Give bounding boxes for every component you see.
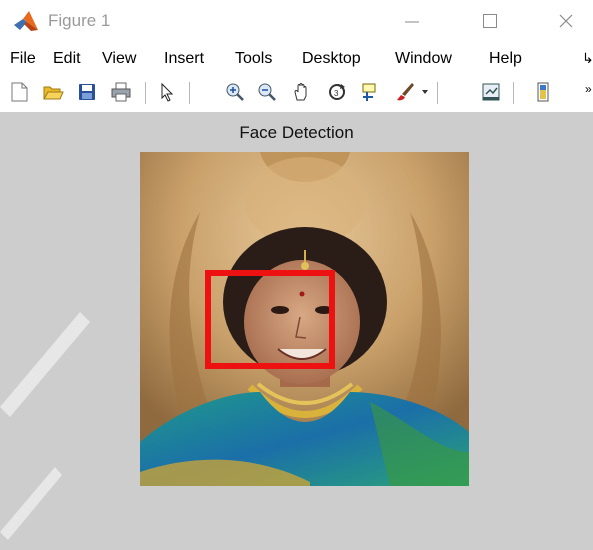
- rotate-3d-icon[interactable]: 3: [324, 79, 350, 105]
- zoom-out-icon[interactable]: [254, 79, 280, 105]
- menu-edit[interactable]: Edit: [53, 50, 81, 68]
- decorative-bands: [0, 312, 90, 540]
- axes-title: Face Detection: [239, 123, 354, 142]
- toolbar-overflow-icon[interactable]: »: [585, 82, 592, 96]
- menu-tools[interactable]: Tools: [235, 50, 272, 68]
- matlab-logo-icon: [14, 10, 38, 32]
- save-icon[interactable]: [74, 79, 100, 105]
- figure-window: Figure 1 File Edit View Insert Tools Des…: [0, 0, 593, 550]
- data-cursor-icon[interactable]: [357, 79, 383, 105]
- new-figure-icon[interactable]: [6, 79, 32, 105]
- menu-view[interactable]: View: [102, 50, 136, 68]
- print-icon[interactable]: [108, 79, 134, 105]
- pointer-icon[interactable]: [154, 79, 180, 105]
- menu-bar: File Edit View Insert Tools Desktop Wind…: [0, 44, 593, 74]
- maximize-button[interactable]: [470, 4, 510, 38]
- colorbar-icon[interactable]: [530, 79, 556, 105]
- menu-overflow-icon[interactable]: ↳: [582, 50, 593, 67]
- menu-window[interactable]: Window: [395, 50, 452, 68]
- window-title: Figure 1: [48, 11, 111, 30]
- svg-text:3: 3: [334, 89, 339, 98]
- title-bar: Figure 1: [0, 0, 593, 42]
- menu-desktop[interactable]: Desktop: [302, 50, 361, 68]
- minimize-button[interactable]: [392, 4, 432, 38]
- brush-dropdown-icon[interactable]: [418, 79, 432, 105]
- close-button[interactable]: [546, 4, 586, 38]
- figure-toolbar: 3 »: [0, 76, 593, 112]
- pan-icon[interactable]: [289, 79, 315, 105]
- brush-icon[interactable]: [392, 79, 418, 105]
- figure-canvas: Face Detection: [0, 112, 593, 550]
- menu-help[interactable]: Help: [489, 50, 522, 68]
- face-bounding-box: [205, 270, 335, 369]
- open-file-icon[interactable]: [40, 79, 66, 105]
- menu-file[interactable]: File: [10, 50, 36, 68]
- face-photo: [140, 152, 469, 486]
- zoom-in-icon[interactable]: [222, 79, 248, 105]
- menu-insert[interactable]: Insert: [164, 50, 204, 68]
- link-plot-icon[interactable]: [478, 79, 504, 105]
